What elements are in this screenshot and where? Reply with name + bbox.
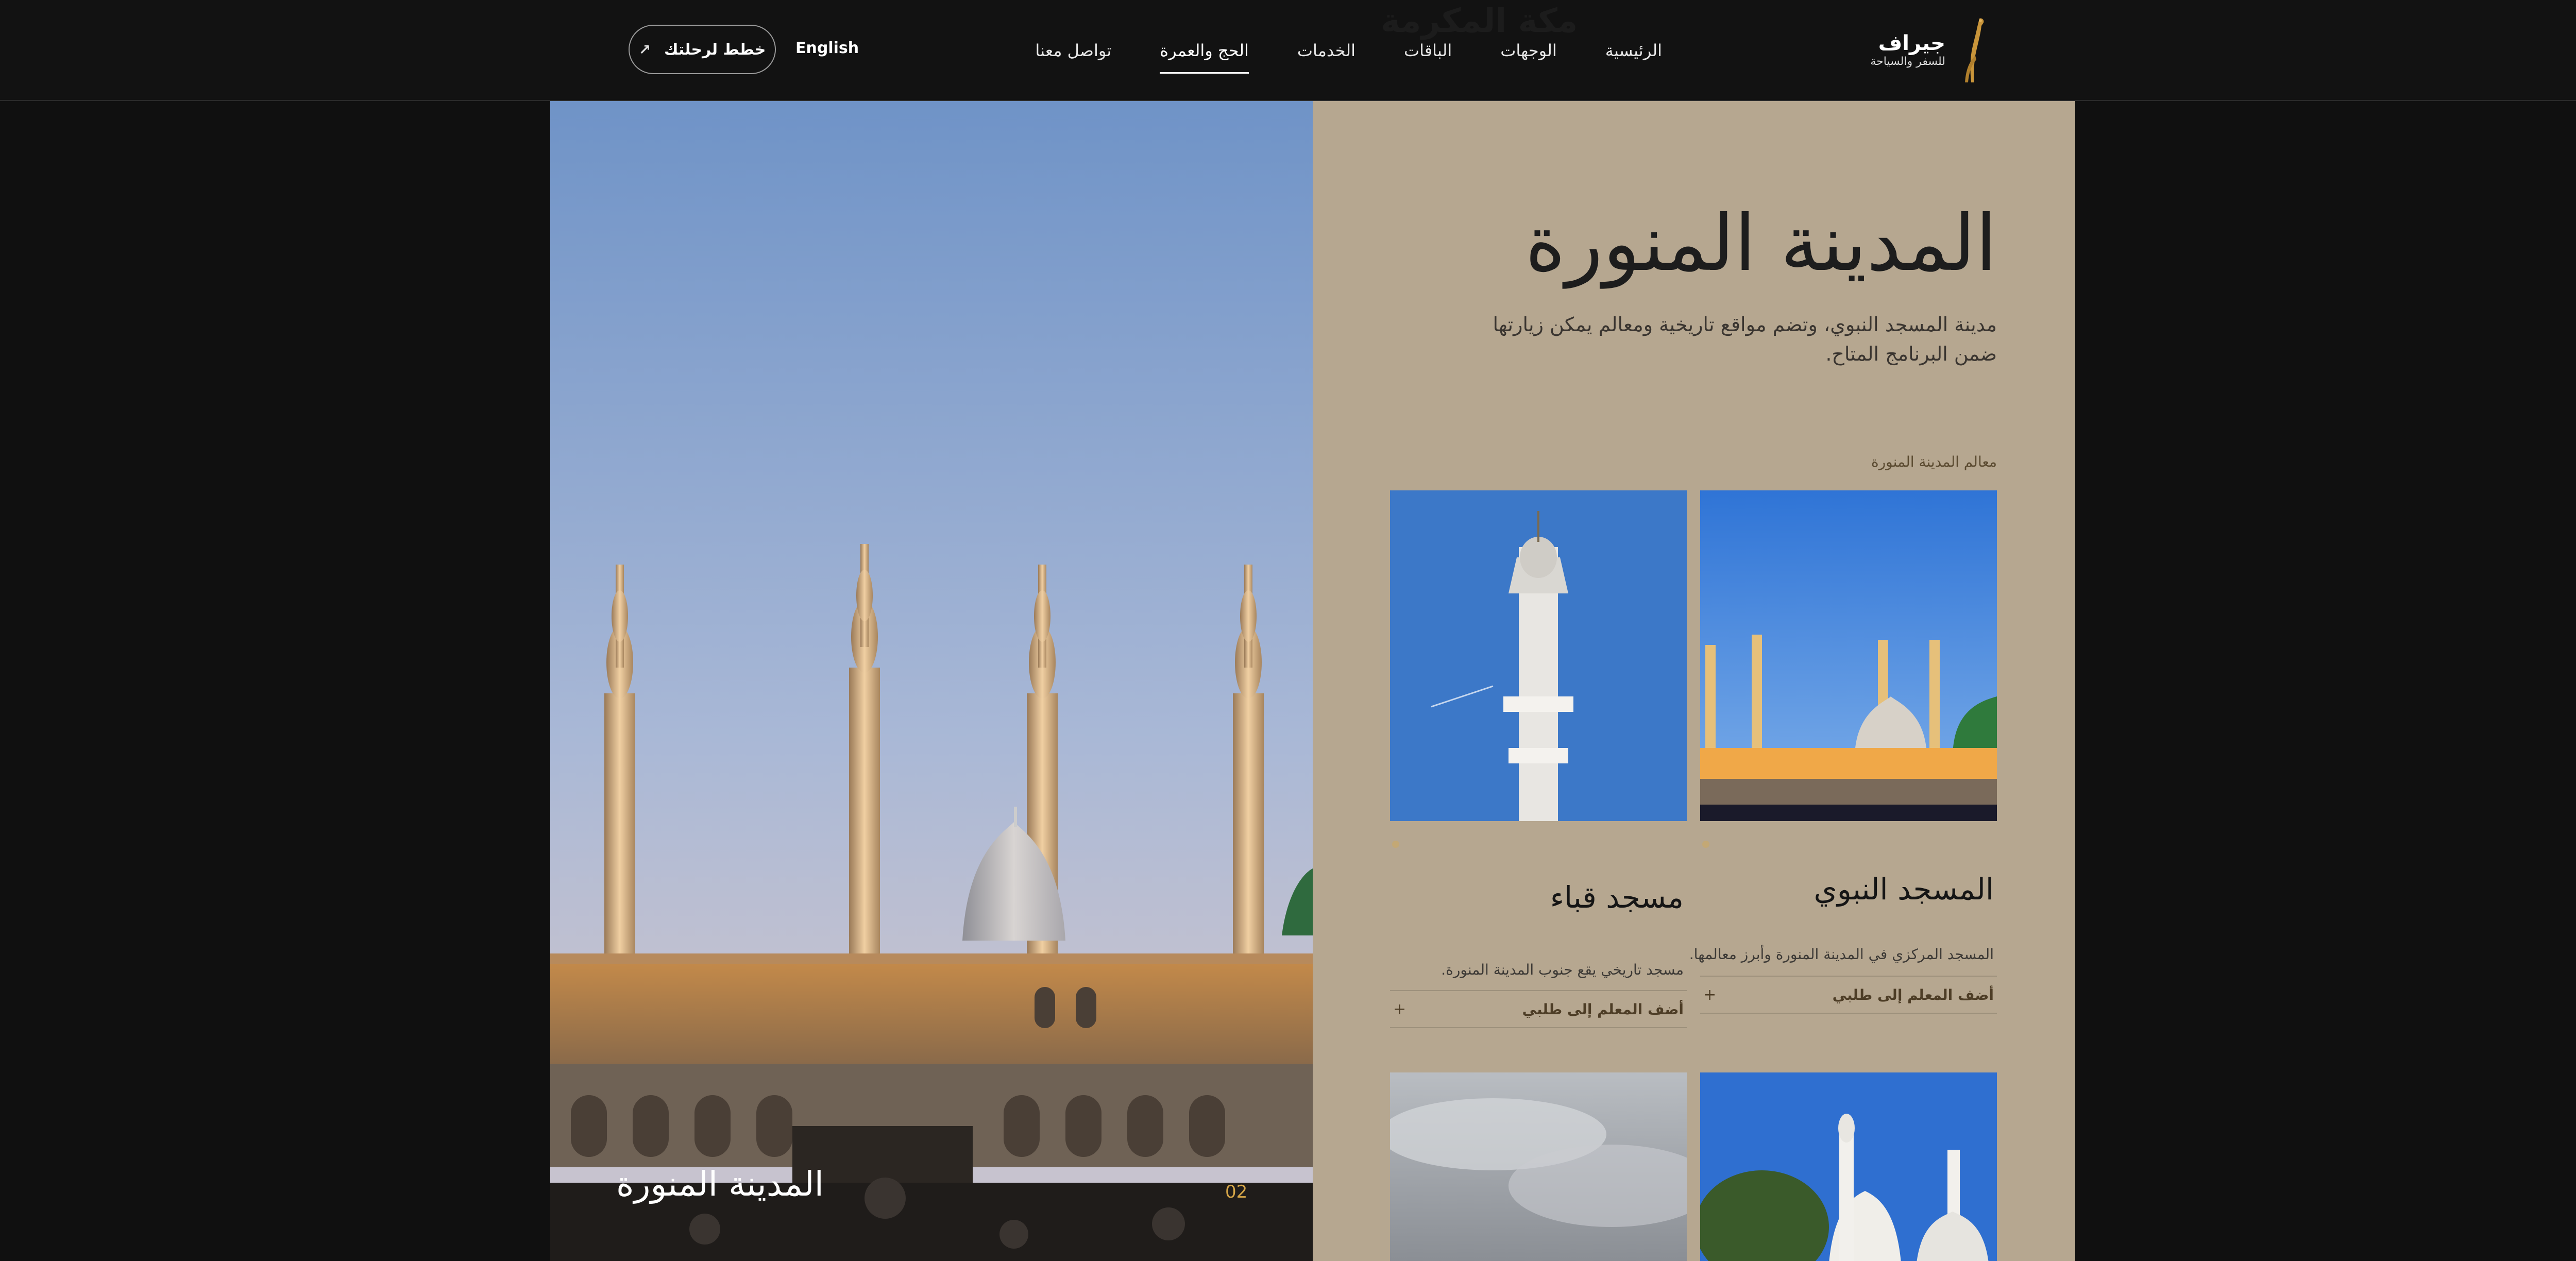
landmark-card-partial xyxy=(1700,1072,1997,1261)
hero-image: المدينة المنورة 02 xyxy=(550,101,1313,1261)
landmark-photo xyxy=(1700,1072,1997,1261)
plus-icon: + xyxy=(1703,985,1717,1004)
plus-icon: + xyxy=(1393,1000,1406,1018)
landmark-photo xyxy=(1390,1072,1687,1261)
language-switch[interactable]: English xyxy=(795,39,859,57)
landmark-card-prophets-mosque: المسجد النبوي المسجد المركزي في المدينة … xyxy=(1689,490,1997,1014)
landmark-photo xyxy=(1390,490,1687,821)
landmark-card-quba-mosque: مسجد قباء مسجد تاريخي يقع جنوب المدينة ا… xyxy=(1390,490,1687,1028)
plan-trip-label: خطط لرحلتك xyxy=(664,40,766,59)
nav-contact[interactable]: تواصل معنا xyxy=(1035,36,1111,65)
nav-destinations[interactable]: الوجهات xyxy=(1500,36,1557,65)
nav-home[interactable]: الرئيسية xyxy=(1605,36,1662,65)
add-landmark-button[interactable]: أضف المعلم إلى طلبي + xyxy=(1390,990,1687,1028)
add-landmark-label: أضف المعلم إلى طلبي xyxy=(1522,1000,1684,1018)
add-landmark-button[interactable]: أضف المعلم إلى طلبي + xyxy=(1700,976,1997,1014)
section-label: معالم المدينة المنورة xyxy=(1871,453,1997,470)
main-nav: الرئيسية الوجهات الباقات الخدمات الحج وا… xyxy=(987,0,1662,101)
plan-trip-button[interactable]: ↗ خطط لرحلتك xyxy=(629,25,776,74)
page-title: المدينة المنورة xyxy=(1525,199,1997,288)
content-panel: المدينة المنورة مدينة المسجد النبوي، وتض… xyxy=(1313,101,2075,1261)
hero-slide-index: 02 xyxy=(1225,1182,1248,1202)
decor-dot xyxy=(1392,841,1399,848)
prophets-mosque-illustration xyxy=(550,101,1313,1261)
nav-services[interactable]: الخدمات xyxy=(1297,36,1355,65)
hero-caption: المدينة المنورة xyxy=(616,1164,824,1204)
logo-subtitle: للسفر والسياحة xyxy=(1870,55,1945,68)
landmark-photo xyxy=(1700,490,1997,821)
add-landmark-label: أضف المعلم إلى طلبي xyxy=(1832,986,1994,1003)
nav-packages[interactable]: الباقات xyxy=(1404,36,1452,65)
site-header: مكة المكرمة جيراف للسفر والسياحة الرئيسي… xyxy=(0,0,2576,101)
decor-dot xyxy=(1702,841,1709,848)
nav-hajj-umrah[interactable]: الحج والعمرة xyxy=(1160,36,1249,74)
logo[interactable]: جيراف للسفر والسياحة xyxy=(1870,14,1991,87)
landmark-title: المسجد النبوي xyxy=(1814,872,1994,907)
landmark-card-partial xyxy=(1390,1072,1687,1261)
page-description: مدينة المسجد النبوي، وتضم مواقع تاريخية … xyxy=(1493,313,1997,365)
logo-title: جيراف xyxy=(1878,31,1945,55)
arrow-up-right-icon: ↗ xyxy=(638,41,651,58)
landmark-description: المسجد المركزي في المدينة المنورة وأبرز … xyxy=(1689,946,1994,963)
landmark-title: مسجد قباء xyxy=(1550,880,1684,915)
landmark-description: مسجد تاريخي يقع جنوب المدينة المنورة. xyxy=(1441,961,1684,978)
giraffe-logo-icon xyxy=(1965,18,1984,83)
